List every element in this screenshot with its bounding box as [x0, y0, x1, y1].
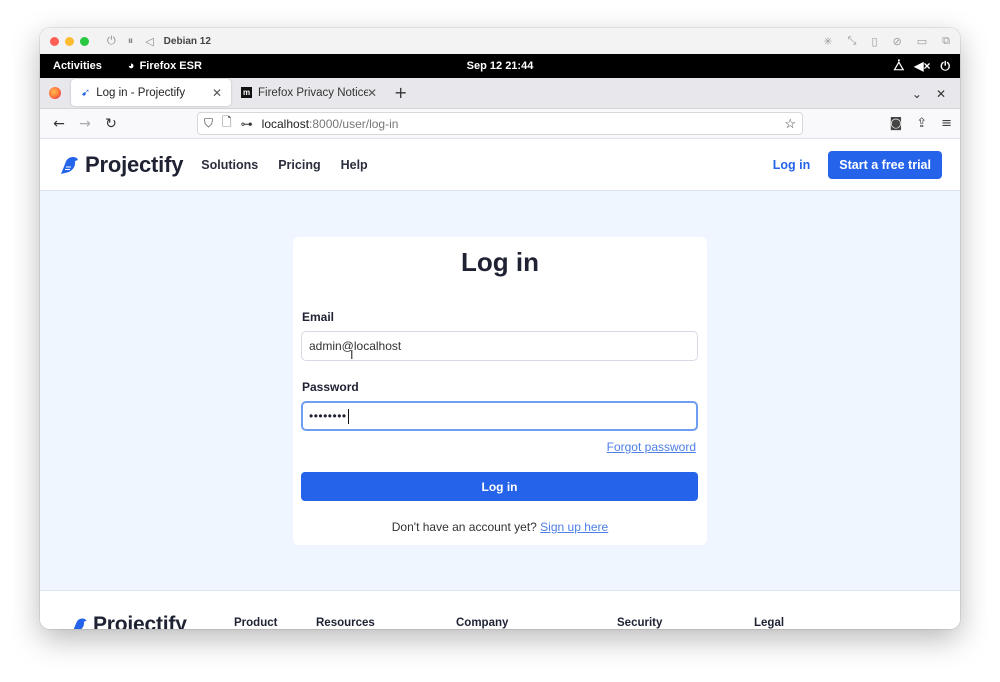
new-tab-button[interactable]: + [394, 83, 407, 102]
projectify-bird-icon [73, 618, 87, 629]
main-nav: Solutions Pricing Help [201, 158, 367, 172]
back-arrow-icon[interactable]: ← [52, 116, 66, 132]
close-tab-icon[interactable]: ✕ [212, 86, 222, 100]
vm-title-bar: ⏻ ⏸ ◁ Debian 12 ✳ ⤡ ▯ ⊘ ▭ ⧉ [40, 28, 960, 54]
footer-col-resources: Resources [316, 617, 375, 629]
close-window-button[interactable] [50, 36, 59, 46]
pocket-icon[interactable]: ◙ [890, 116, 903, 131]
url-host: localhost [261, 116, 310, 131]
tab-login[interactable]: ➹ Log in - Projectify ✕ [71, 79, 231, 106]
signup-link[interactable]: Sign up here [540, 520, 608, 534]
tab-bar: ➹ Log in - Projectify ✕ m Firefox Privac… [40, 78, 960, 109]
maximize-window-button[interactable] [80, 36, 89, 46]
bookmark-star-icon[interactable]: ☆ [784, 116, 796, 132]
tab-title: Firefox Privacy Notice — [258, 86, 368, 99]
system-tray[interactable]: ⧊ ◀× ⏻ [894, 59, 950, 74]
footer-col-company: Company [456, 617, 509, 629]
power-icon[interactable]: ⏻ [107, 34, 116, 48]
vm-toolbar: ✳ ⤡ ▯ ⊘ ▭ ⧉ [823, 28, 950, 54]
gnome-top-bar: Activities ◕ Firefox ESR Sep 12 21:44 ⧊ … [40, 54, 960, 78]
header-login-link[interactable]: Log in [773, 158, 811, 172]
email-field[interactable]: admin@localhost [301, 331, 698, 361]
network-icon: ⧊ [893, 58, 905, 73]
page-title: Log in [461, 247, 539, 277]
reload-icon[interactable]: ↻ [104, 116, 118, 132]
nav-toolbar-right: ◙ ⇪ ≡ [890, 116, 952, 131]
key-icon[interactable]: ⊶ [241, 117, 253, 131]
site-footer: Projectify Product Resources Company Sec… [40, 590, 960, 629]
tab-title: Log in - Projectify [96, 86, 186, 99]
nav-help[interactable]: Help [341, 158, 368, 172]
volume-muted-icon: ◀× [914, 59, 931, 73]
usb-icon[interactable]: ▯ [871, 35, 877, 48]
vm-window: ⏻ ⏸ ◁ Debian 12 ✳ ⤡ ▯ ⊘ ▭ ⧉ Activities ◕… [40, 28, 960, 629]
page-viewport: Projectify Solutions Pricing Help Log in… [40, 139, 960, 629]
page-icon[interactable]: 🗋 [222, 113, 232, 134]
power-icon: ⏻ [940, 58, 951, 73]
menu-icon[interactable]: ≡ [941, 116, 952, 131]
tab-privacy-notice[interactable]: m Firefox Privacy Notice — ✕ [231, 79, 386, 106]
activities-button[interactable]: Activities [53, 60, 102, 72]
nav-solutions[interactable]: Solutions [201, 158, 258, 172]
mozilla-favicon: m [241, 87, 252, 98]
nav-pricing[interactable]: Pricing [278, 158, 320, 172]
resize-icon[interactable]: ⤡ [848, 34, 857, 48]
footer-col-security: Security [617, 617, 663, 629]
close-window-icon[interactable]: ✕ [936, 87, 946, 101]
brightness-icon[interactable]: ✳ [823, 35, 832, 48]
password-mask: •••••••• [309, 409, 347, 423]
text-caret [347, 408, 349, 424]
site-header: Projectify Solutions Pricing Help Log in… [40, 139, 960, 191]
url-bar[interactable]: ⛉ 🗋 ⊶ localhost:8000/user/log-in ☆ [197, 112, 803, 135]
signup-row: Don't have an account yet? Sign up here [293, 520, 707, 534]
firefox-view-icon[interactable] [49, 87, 61, 99]
app-name: Firefox ESR [139, 60, 202, 72]
minimize-window-button[interactable] [65, 36, 74, 46]
shield-icon[interactable]: ⛉ [204, 116, 213, 131]
extensions-icon[interactable]: ⇪ [916, 116, 927, 131]
email-value: admin@localhost [309, 339, 402, 353]
forward-arrow-icon[interactable]: → [78, 116, 92, 132]
nav-toolbar: ← → ↻ ⛉ 🗋 ⊶ localhost:8000/user/log-in ☆… [40, 109, 960, 139]
firefox-icon: ◕ [127, 60, 135, 72]
list-tabs-chevron-icon[interactable]: ⌄ [912, 87, 922, 101]
folder-icon[interactable]: ▭ [917, 35, 927, 48]
password-label: Password [302, 380, 359, 394]
ibeam-cursor-icon: I [350, 348, 354, 362]
footer-col-legal: Legal [754, 617, 785, 629]
block-icon[interactable]: ⊘ [893, 35, 902, 48]
forgot-password-link[interactable]: Forgot password [607, 440, 696, 454]
password-field[interactable]: •••••••• [301, 401, 698, 431]
tab-bar-right: ⌄ ✕ [912, 78, 960, 109]
back-icon[interactable]: ◁ [145, 35, 153, 48]
window-icon[interactable]: ⧉ [942, 34, 950, 48]
login-submit-button[interactable]: Log in [301, 472, 698, 501]
header-actions: Log in Start a free trial [773, 150, 942, 179]
email-label: Email [302, 310, 335, 324]
app-menu[interactable]: ◕ Firefox ESR [128, 60, 202, 72]
start-free-trial-button[interactable]: Start a free trial [828, 150, 942, 179]
projectify-bird-icon [61, 156, 78, 174]
footer-brand[interactable]: Projectify [70, 613, 187, 629]
footer-brand-name: Projectify [93, 613, 187, 629]
login-card: Log in Email admin@localhost Password ••… [293, 237, 707, 545]
close-tab-icon[interactable]: ✕ [367, 86, 377, 100]
footer-col-product: Product [234, 617, 278, 629]
signup-prompt: Don't have an account yet? [391, 520, 537, 534]
url-path: :8000/user/log-in [309, 116, 399, 131]
brand-link[interactable]: Projectify [58, 152, 183, 178]
vm-title: Debian 12 [163, 35, 211, 47]
projectify-favicon: ➹ [81, 87, 91, 99]
brand-name: Projectify [85, 151, 184, 177]
pause-icon[interactable]: ⏸ [128, 34, 134, 48]
